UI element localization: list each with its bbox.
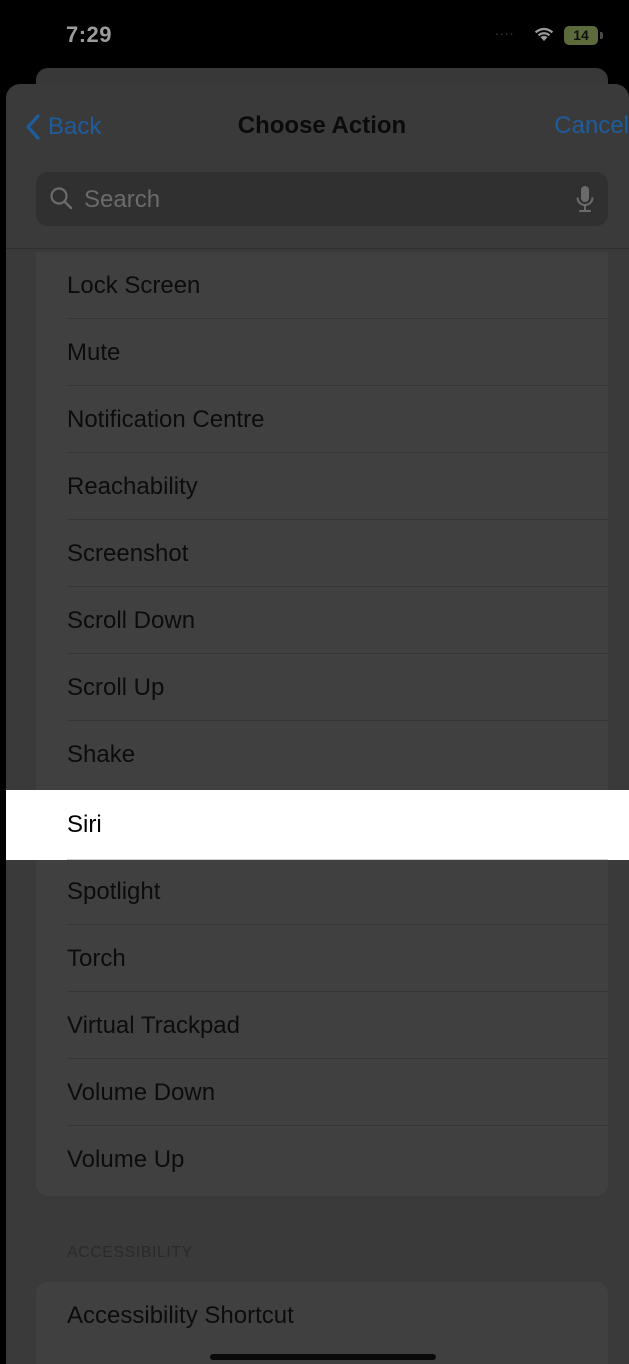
list-item-scroll-down[interactable]: Scroll Down (36, 587, 608, 654)
actions-list: Lock Screen Mute Notification Centre Rea… (36, 252, 608, 1196)
list-item-accessibility-shortcut[interactable]: Accessibility Shortcut (36, 1282, 608, 1349)
list-item-siri-highlighted[interactable]: Siri (6, 790, 629, 860)
battery-indicator: 14 (564, 26, 598, 45)
choose-action-sheet: Back Choose Action Cancel Search Lock Sc… (6, 84, 629, 1364)
wifi-icon (534, 27, 554, 41)
list-item-mute[interactable]: Mute (36, 319, 608, 386)
battery-nub (600, 32, 603, 39)
list-item-label: Volume Down (67, 1079, 216, 1106)
home-indicator[interactable] (210, 1354, 436, 1360)
list-item-label: Spotlight (67, 878, 161, 905)
list-item-screenshot[interactable]: Screenshot (36, 520, 608, 587)
cellular-signal: .... (495, 22, 515, 38)
list-item-label: Accessibility Shortcut (67, 1302, 294, 1329)
list-item-volume-down[interactable]: Volume Down (36, 1059, 608, 1126)
list-item-label: Torch (67, 945, 126, 972)
list-item-spotlight[interactable]: Spotlight (36, 858, 608, 925)
accessibility-list: Accessibility Shortcut (36, 1282, 608, 1364)
list-item-label: Scroll Down (67, 607, 196, 634)
page-title: Choose Action (237, 112, 407, 139)
list-item-torch[interactable]: Torch (36, 925, 608, 992)
search-icon (50, 187, 73, 210)
status-bar: 7:29 .... 14 (0, 0, 629, 70)
list-item-label: Notification Centre (67, 406, 265, 433)
list-item-label: Reachability (67, 473, 198, 500)
status-time: 7:29 (66, 22, 113, 47)
section-header-accessibility: ACCESSIBILITY (67, 1244, 193, 1261)
divider (67, 859, 608, 860)
list-item-label: Screenshot (67, 540, 189, 567)
header-divider (6, 248, 629, 249)
list-item-reachability[interactable]: Reachability (36, 453, 608, 520)
siri-row: Siri (36, 790, 608, 860)
list-item-shake[interactable]: Shake (36, 721, 608, 788)
list-item-label: Lock Screen (67, 272, 201, 299)
microphone-icon[interactable] (575, 185, 595, 213)
battery-level: 14 (573, 27, 589, 43)
list-item-scroll-up[interactable]: Scroll Up (36, 654, 608, 721)
list-item-label: Volume Up (67, 1146, 185, 1173)
list-item-notification-centre[interactable]: Notification Centre (36, 386, 608, 453)
list-item-label: Siri (67, 811, 102, 838)
list-item-label: Mute (67, 339, 121, 366)
list-item-label: Virtual Trackpad (67, 1012, 240, 1039)
list-item-volume-up[interactable]: Volume Up (36, 1126, 608, 1193)
search-input[interactable]: Search (36, 172, 608, 226)
list-item-virtual-trackpad[interactable]: Virtual Trackpad (36, 992, 608, 1059)
cancel-button[interactable]: Cancel (554, 112, 629, 140)
list-item-label: Scroll Up (67, 674, 165, 701)
list-item-lock-screen[interactable]: Lock Screen (36, 252, 608, 319)
search-placeholder: Search (84, 186, 161, 213)
list-item-label: Shake (67, 741, 136, 768)
